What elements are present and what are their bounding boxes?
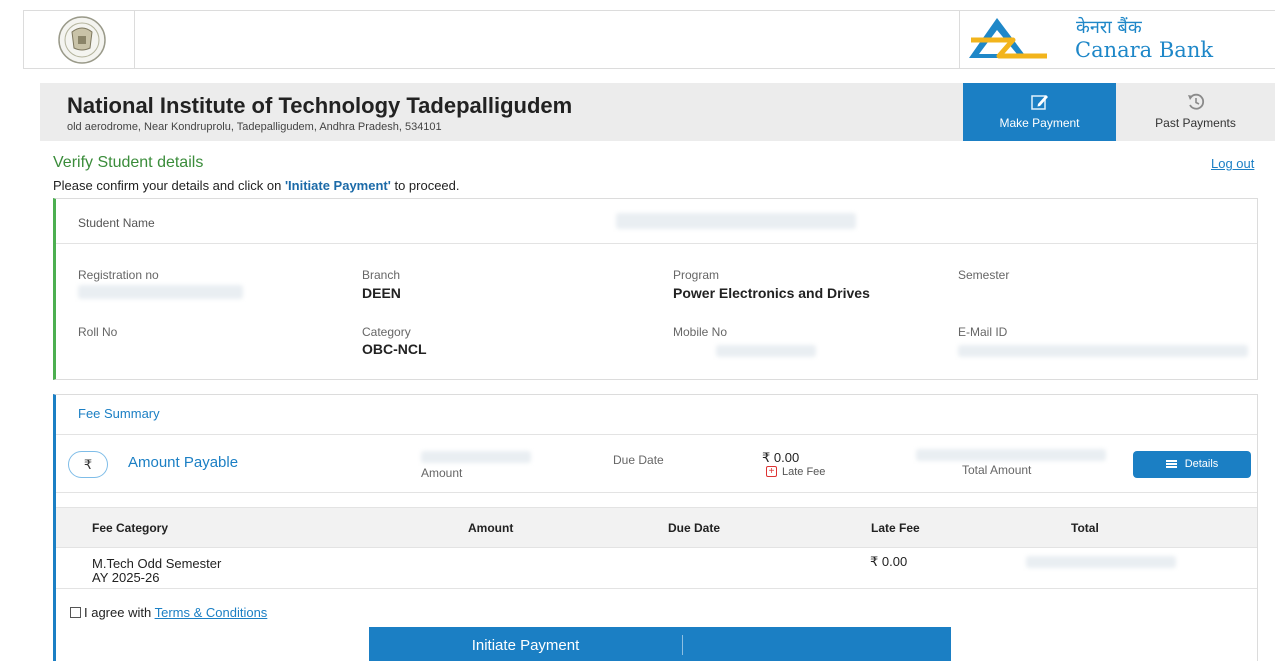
instruction-post: to proceed.: [390, 178, 460, 193]
category-label: Category: [362, 325, 411, 339]
email-value-redacted: [958, 345, 1248, 357]
header-due-date: Due Date: [668, 521, 721, 535]
terms-agreement: I agree with Terms & Conditions: [70, 605, 267, 620]
initiate-payment-label: Initiate Payment: [471, 637, 580, 654]
divider: [56, 434, 1257, 435]
total-amount-value-redacted: [916, 449, 1106, 461]
terms-link[interactable]: Terms & Conditions: [155, 605, 268, 620]
category-value: OBC-NCL: [362, 341, 427, 357]
mobile-no-value-redacted: [716, 345, 816, 357]
instruction-bold: 'Initiate Payment': [284, 178, 391, 193]
student-name-row: Student Name: [56, 199, 1257, 244]
instruction-text: Please confirm your details and click on…: [53, 178, 460, 193]
header-fee-category: Fee Category: [92, 521, 169, 535]
make-payment-label: Make Payment: [999, 116, 1080, 130]
mobile-no-label: Mobile No: [673, 325, 728, 339]
total-amount-label: Total Amount: [962, 463, 1032, 477]
terms-prefix: I agree with: [84, 605, 155, 620]
top-header: केनरा बैंक Canara Bank: [23, 10, 1275, 69]
past-payments-label: Past Payments: [1155, 116, 1236, 130]
fee-table-header: Fee Category Amount Due Date Late Fee To…: [56, 507, 1257, 548]
fee-summary-card: Fee Summary ₹ Amount Payable Amount Due …: [53, 394, 1258, 661]
bank-name-english: Canara Bank: [1075, 38, 1214, 62]
make-payment-button[interactable]: Make Payment: [963, 83, 1116, 141]
terms-checkbox[interactable]: [70, 607, 81, 618]
branch-label: Branch: [362, 268, 401, 282]
branch-value: DEEN: [362, 285, 401, 301]
student-name-value-redacted: [616, 213, 856, 229]
registration-no-value-redacted: [78, 285, 243, 299]
rupee-icon: ₹: [68, 451, 108, 478]
edit-icon: [1030, 95, 1048, 110]
menu-icon: [1165, 460, 1177, 469]
fee-summary-title: Fee Summary: [78, 406, 160, 421]
header-total: Total: [1071, 521, 1099, 535]
due-date-label: Due Date: [613, 453, 664, 467]
header-divider: [134, 11, 135, 68]
bank-name-hindi: केनरा बैंक: [1076, 17, 1142, 38]
instruction-pre: Please confirm your details and click on: [53, 178, 285, 193]
divider: [56, 588, 1257, 589]
program-value: Power Electronics and Drives: [673, 285, 870, 301]
button-divider: [682, 635, 683, 655]
institute-address: old aerodrome, Near Kondruprolu, Tadepal…: [67, 121, 442, 133]
header-late-fee: Late Fee: [871, 521, 920, 535]
late-fee-label: Late Fee: [782, 466, 826, 478]
logout-link[interactable]: Log out: [1211, 156, 1254, 171]
semester-label: Semester: [958, 268, 1010, 282]
header-amount: Amount: [468, 521, 514, 535]
details-label: Details: [1184, 458, 1219, 470]
institute-emblem-icon: [58, 16, 106, 64]
row-late-fee: ₹ 0.00: [870, 554, 908, 569]
fee-category-line2: AY 2025-26: [92, 570, 160, 585]
history-icon: [1187, 93, 1204, 110]
fee-category-line1: M.Tech Odd Semester: [92, 556, 222, 571]
details-button[interactable]: Details: [1133, 451, 1251, 478]
past-payments-button[interactable]: Past Payments: [1116, 83, 1275, 141]
divider: [56, 492, 1257, 493]
email-label: E-Mail ID: [958, 325, 1008, 339]
amount-payable-label: Amount Payable: [128, 454, 239, 471]
institute-name: National Institute of Technology Tadepal…: [67, 93, 573, 118]
registration-no-label: Registration no: [78, 268, 159, 282]
amount-value-redacted: [421, 451, 531, 463]
verify-title: Verify Student details: [53, 154, 204, 171]
late-fee-value: ₹ 0.00: [762, 450, 800, 465]
institute-bar: National Institute of Technology Tadepal…: [40, 83, 1275, 141]
initiate-payment-button[interactable]: Initiate Payment: [369, 627, 951, 661]
row-total-redacted: [1026, 556, 1176, 568]
student-name-label: Student Name: [78, 216, 155, 230]
student-details-card: Student Name Registration no Branch DEEN…: [53, 198, 1258, 380]
roll-no-label: Roll No: [78, 325, 118, 339]
program-label: Program: [673, 268, 720, 282]
amount-label: Amount: [421, 466, 463, 480]
plus-icon: +: [766, 466, 777, 477]
header-divider: [959, 11, 960, 68]
